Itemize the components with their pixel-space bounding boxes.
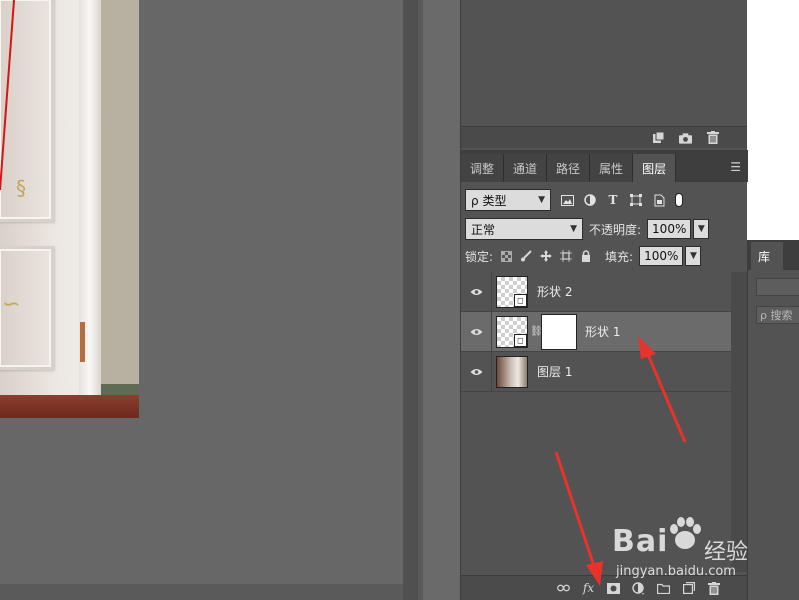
lock-label: 锁定: xyxy=(465,249,494,264)
layer-name[interactable]: 形状 2 xyxy=(537,283,572,300)
trash-icon[interactable] xyxy=(706,131,719,144)
lock-image-pixels-icon[interactable] xyxy=(519,249,533,263)
visibility-eye-icon[interactable] xyxy=(461,368,491,376)
upper-panel-body xyxy=(461,0,747,126)
shape-layer-badge-icon: ◻ xyxy=(514,333,527,347)
layer-name[interactable]: 形状 1 xyxy=(585,323,620,340)
fx-icon[interactable]: fx xyxy=(582,581,595,595)
visibility-eye-icon[interactable] xyxy=(461,328,491,336)
library-search-input[interactable]: ρ 搜索 xyxy=(756,306,799,324)
new-snapshot-icon[interactable] xyxy=(652,131,665,144)
filter-kind-value: ρ 类型 xyxy=(471,192,506,209)
filter-toggle-switch[interactable] xyxy=(675,193,683,207)
red-path-line xyxy=(0,0,15,191)
layer-row-shape-2[interactable]: ◻ 形状 2 xyxy=(461,271,731,312)
filter-kind-dropdown[interactable]: ρ 类型 ▼ xyxy=(465,189,551,211)
tab-channels[interactable]: 通道 xyxy=(504,154,548,182)
layer-divider xyxy=(491,351,492,392)
document-image: § ∽ xyxy=(0,0,139,418)
shape-layer-badge-icon: ◻ xyxy=(514,293,527,307)
link-layers-icon[interactable] xyxy=(557,582,570,595)
filter-search-icon: ρ xyxy=(471,193,479,208)
camera-icon[interactable] xyxy=(679,131,692,144)
fill-dropdown-button[interactable]: ▼ xyxy=(685,246,702,266)
layer-divider xyxy=(491,271,492,312)
lock-row: 锁定: 填充: 100% ▼ xyxy=(465,245,745,267)
upper-panel-footer xyxy=(461,126,747,148)
watermark-brand-suffix: 经验 xyxy=(704,540,749,565)
shape-layer-filter-icon[interactable] xyxy=(629,193,643,207)
smart-object-filter-icon[interactable] xyxy=(652,193,666,207)
fill-label: 填充: xyxy=(605,249,634,264)
opacity-dropdown-button[interactable]: ▼ xyxy=(693,219,710,239)
baidu-watermark: Bai 经验 jingyan.baidu.com xyxy=(612,514,762,584)
type-layer-filter-icon[interactable]: T xyxy=(606,193,620,207)
lock-position-icon[interactable] xyxy=(539,249,553,263)
watermark-brand: Bai xyxy=(612,524,669,559)
blend-mode-dropdown[interactable]: 正常 ▼ xyxy=(465,218,583,240)
layer-filter-row: ρ 类型 ▼ T xyxy=(465,188,745,212)
opacity-label: 不透明度: xyxy=(589,222,642,237)
upper-panel xyxy=(460,0,747,150)
library-dropdown[interactable] xyxy=(756,278,799,296)
tab-library[interactable]: 库 xyxy=(751,242,783,270)
blend-row: 正常 ▼ 不透明度: 100% ▼ xyxy=(465,217,745,241)
layer-thumbnail[interactable]: ◻ xyxy=(496,315,528,348)
dock-column xyxy=(423,0,460,600)
layer-thumbnail[interactable] xyxy=(496,355,528,388)
tab-layers[interactable]: 图层 xyxy=(633,154,677,182)
library-tab-bar: 库 xyxy=(748,240,799,270)
tab-adjustments[interactable]: 调整 xyxy=(461,154,505,182)
adjustment-layer-filter-icon[interactable] xyxy=(583,193,597,207)
document-canvas[interactable]: § ∽ xyxy=(0,0,403,600)
layer-name[interactable]: 图层 1 xyxy=(537,363,572,380)
layer-mask-thumbnail[interactable] xyxy=(541,313,577,350)
visibility-eye-icon[interactable] xyxy=(461,288,491,296)
watermark-url: jingyan.baidu.com xyxy=(616,564,736,579)
canvas-horizontal-scrollbar[interactable] xyxy=(0,584,403,600)
pixel-layer-filter-icon[interactable] xyxy=(560,193,574,207)
layer-thumbnail[interactable]: ◻ xyxy=(496,275,528,308)
blend-mode-value: 正常 xyxy=(471,222,496,237)
panel-menu-icon[interactable]: ☰ xyxy=(730,160,741,174)
lock-transparent-pixels-icon[interactable] xyxy=(499,249,513,263)
layer-row-layer-1[interactable]: 图层 1 xyxy=(461,351,731,392)
lock-artboard-icon[interactable] xyxy=(559,249,573,263)
tab-paths[interactable]: 路径 xyxy=(547,154,591,182)
filter-kind-label: 类型 xyxy=(482,193,507,208)
blank-panel-area xyxy=(747,0,799,240)
panel-tabs: 调整 通道 路径 属性 图层 xyxy=(461,150,748,182)
chevron-down-icon: ▼ xyxy=(570,224,577,234)
layer-divider xyxy=(491,311,492,352)
tab-properties[interactable]: 属性 xyxy=(590,154,634,182)
mask-link-icon[interactable]: ⛓ xyxy=(530,326,543,337)
chevron-down-icon: ▼ xyxy=(538,195,545,205)
layer-row-shape-1[interactable]: ◻ ⛓ 形状 1 xyxy=(461,311,731,352)
baidu-paw-icon xyxy=(670,517,701,549)
opacity-input[interactable]: 100% xyxy=(647,219,692,239)
fill-input[interactable]: 100% xyxy=(639,246,684,266)
lock-all-icon[interactable] xyxy=(579,249,593,263)
panel-dock-gutter xyxy=(403,0,460,600)
